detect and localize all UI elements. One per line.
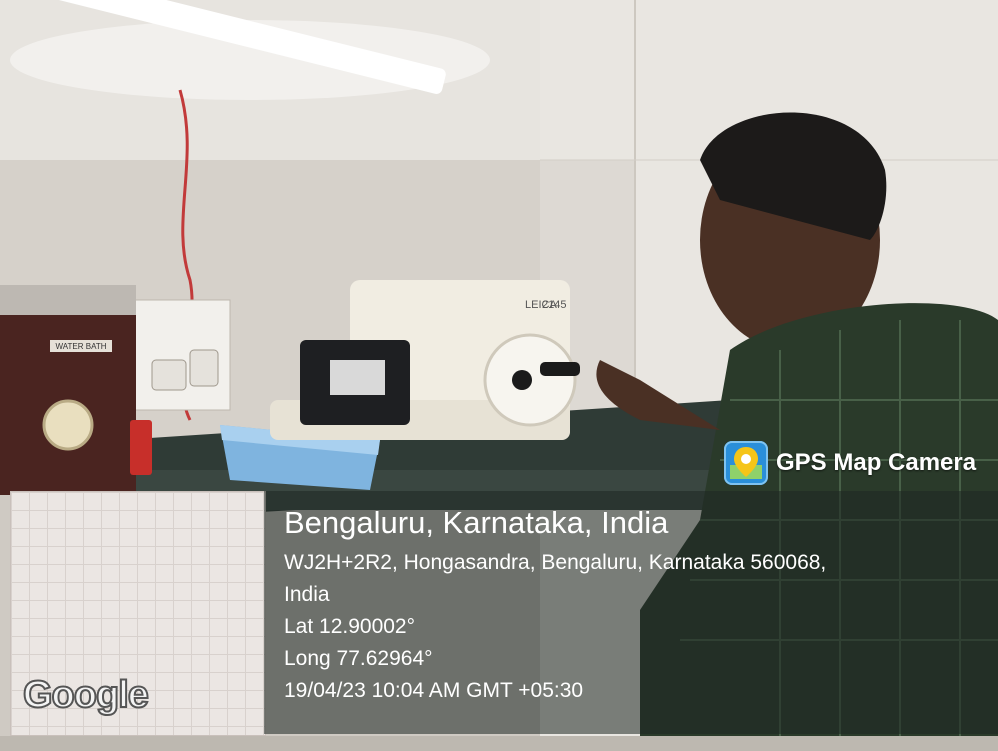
gps-map-camera-badge: GPS Map Camera bbox=[724, 440, 976, 486]
longitude: Long 77.62964° bbox=[284, 647, 433, 670]
location-title: Bengaluru, Karnataka, India bbox=[284, 505, 669, 540]
microtome-model-label: 2145 bbox=[542, 299, 566, 311]
location-overlay: Google Bengaluru, Karnataka, India WJ2H+… bbox=[10, 491, 998, 736]
latitude: Lat 12.90002° bbox=[284, 615, 416, 638]
address-line-2: India bbox=[284, 583, 330, 606]
address-line-1: WJ2H+2R2, Hongasandra, Bengaluru, Karnat… bbox=[284, 551, 827, 574]
map-thumbnail: Google bbox=[10, 491, 266, 736]
location-info-panel: Bengaluru, Karnataka, India WJ2H+2R2, Ho… bbox=[264, 491, 998, 734]
google-logo: Google bbox=[22, 673, 150, 717]
water-bath-label: WATER BATH bbox=[56, 342, 107, 351]
map-pin-icon bbox=[724, 441, 768, 485]
app-title: GPS Map Camera bbox=[776, 449, 977, 476]
datetime: 19/04/23 10:04 AM GMT +05:30 bbox=[284, 679, 584, 702]
